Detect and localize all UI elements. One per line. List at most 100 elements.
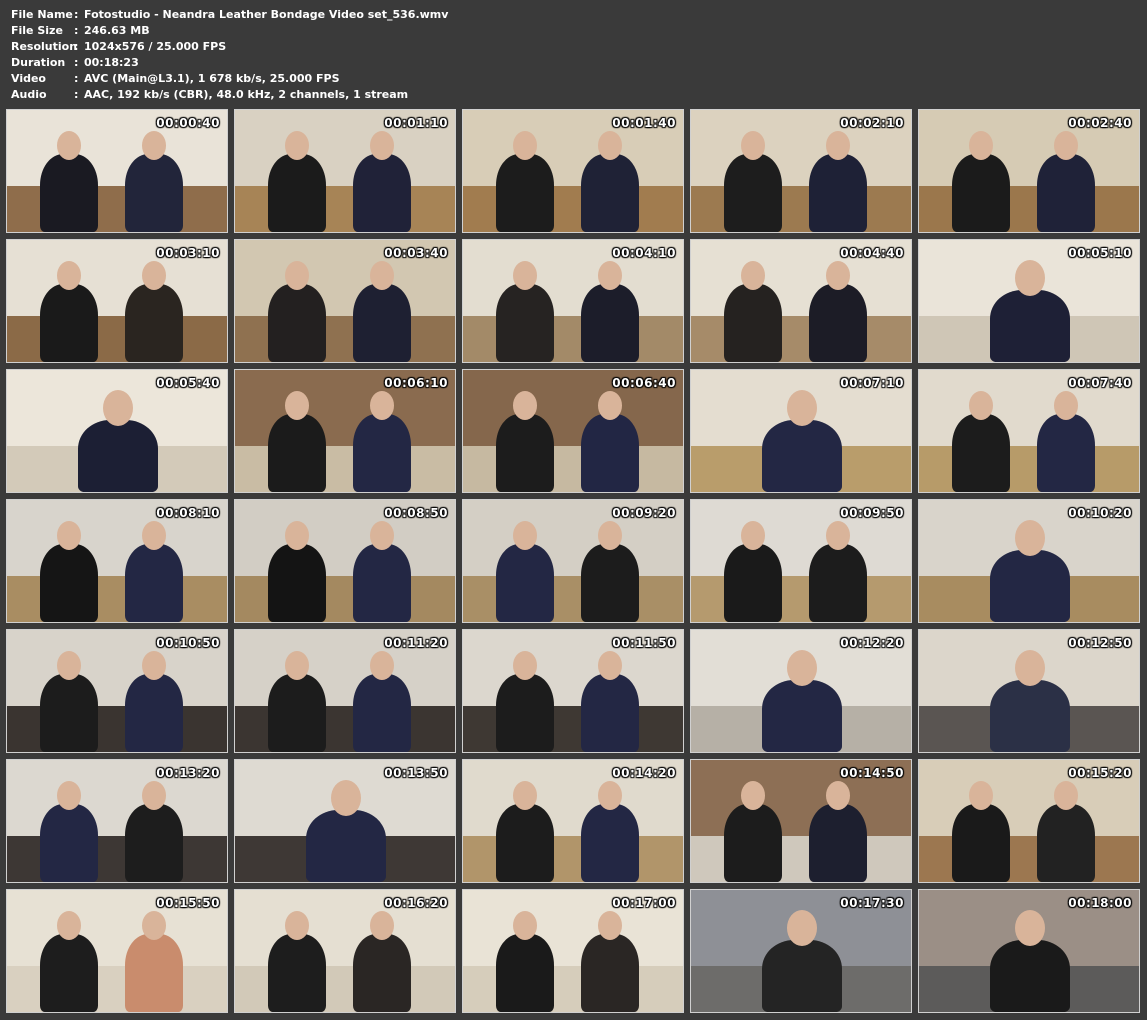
thumbnail-timestamp: 00:06:10 [384,376,448,390]
person-head [741,261,766,290]
person-figure [808,154,867,232]
person-figure [762,680,842,752]
person-figure [1036,154,1095,232]
info-row: Video: AVC (Main@L3.1), 1 678 kb/s, 25.00… [11,71,448,87]
info-value: AAC, 192 kb/s (CBR), 48.0 kHz, 2 channel… [84,88,409,101]
video-thumbnail: 00:03:40 [234,239,456,363]
video-thumbnail: 00:12:50 [918,629,1140,753]
person-figure [40,934,99,1012]
thumbnail-timestamp: 00:08:10 [156,506,220,520]
person-figure [268,154,327,232]
person-head [597,131,622,160]
person-figure [268,414,327,492]
person-head [597,911,622,940]
person-head [513,261,538,290]
thumbnail-timestamp: 00:03:40 [384,246,448,260]
video-thumbnail: 00:14:20 [462,759,684,883]
person-figure [496,154,555,232]
video-thumbnail: 00:18:00 [918,889,1140,1013]
info-value: 1024x576 / 25.000 FPS [84,40,227,53]
person-head [597,521,622,550]
person-head [1015,650,1045,686]
person-head [1015,520,1045,556]
video-thumbnail: 00:07:40 [918,369,1140,493]
person-figure [496,934,555,1012]
person-figure [990,680,1070,752]
person-figure [952,804,1011,882]
thumbnail-timestamp: 00:10:50 [156,636,220,650]
thumbnail-timestamp: 00:03:10 [156,246,220,260]
info-label: File Name [11,8,73,21]
info-label: Audio [11,88,47,101]
person-head [57,521,82,550]
info-row: Resolution:1024x576 / 25.000 FPS [11,39,448,55]
info-value: 00:18:23 [84,56,139,69]
person-figure [762,940,842,1012]
person-head [285,651,310,680]
thumbnail-timestamp: 00:11:20 [384,636,448,650]
person-figure [808,284,867,362]
person-head [57,781,82,810]
person-figure [268,544,327,622]
person-figure [124,284,183,362]
info-separator: : [74,24,79,37]
person-head [369,261,394,290]
thumbnail-timestamp: 00:02:10 [840,116,904,130]
video-thumbnail: 00:06:40 [462,369,684,493]
person-figure [124,154,183,232]
thumbnail-timestamp: 00:17:30 [840,896,904,910]
person-figure [724,804,783,882]
info-row: File Size:246.63 MB [11,23,448,39]
person-figure [762,420,842,492]
person-figure [40,674,99,752]
person-head [285,391,310,420]
thumbnail-timestamp: 00:02:40 [1068,116,1132,130]
video-thumbnail: 00:02:10 [690,109,912,233]
person-head [141,781,166,810]
video-thumbnail: 00:11:20 [234,629,456,753]
person-figure [268,674,327,752]
video-thumbnail: 00:17:30 [690,889,912,1013]
person-head [597,651,622,680]
person-figure [580,544,639,622]
video-thumbnail: 00:14:50 [690,759,912,883]
person-head [369,391,394,420]
video-thumbnail: 00:05:10 [918,239,1140,363]
person-head [141,131,166,160]
person-head [825,131,850,160]
person-head [369,131,394,160]
video-thumbnail: 00:08:10 [6,499,228,623]
person-head [1015,910,1045,946]
person-head [369,651,394,680]
person-figure [40,804,99,882]
person-head [141,651,166,680]
video-thumbnail: 00:03:10 [6,239,228,363]
person-figure [724,544,783,622]
person-figure [580,674,639,752]
person-figure [724,284,783,362]
video-thumbnail: 00:02:40 [918,109,1140,233]
video-thumbnail: 00:08:50 [234,499,456,623]
person-head [969,391,994,420]
video-thumbnail: 00:00:40 [6,109,228,233]
person-head [969,131,994,160]
person-head [285,911,310,940]
person-figure [496,544,555,622]
person-figure [990,550,1070,622]
thumbnail-timestamp: 00:13:20 [156,766,220,780]
thumbnail-timestamp: 00:09:20 [612,506,676,520]
video-thumbnail: 00:04:40 [690,239,912,363]
person-figure [1036,414,1095,492]
person-figure [352,934,411,1012]
thumbnail-timestamp: 00:14:20 [612,766,676,780]
person-figure [268,934,327,1012]
person-head [1053,131,1078,160]
video-thumbnail: 00:04:10 [462,239,684,363]
video-thumbnail: 00:07:10 [690,369,912,493]
video-thumbnail: 00:10:20 [918,499,1140,623]
person-head [787,650,817,686]
thumbnail-timestamp: 00:09:50 [840,506,904,520]
thumbnail-timestamp: 00:00:40 [156,116,220,130]
thumbnail-timestamp: 00:11:50 [612,636,676,650]
info-value: Fotostudio - Neandra Leather Bondage Vid… [84,8,449,21]
